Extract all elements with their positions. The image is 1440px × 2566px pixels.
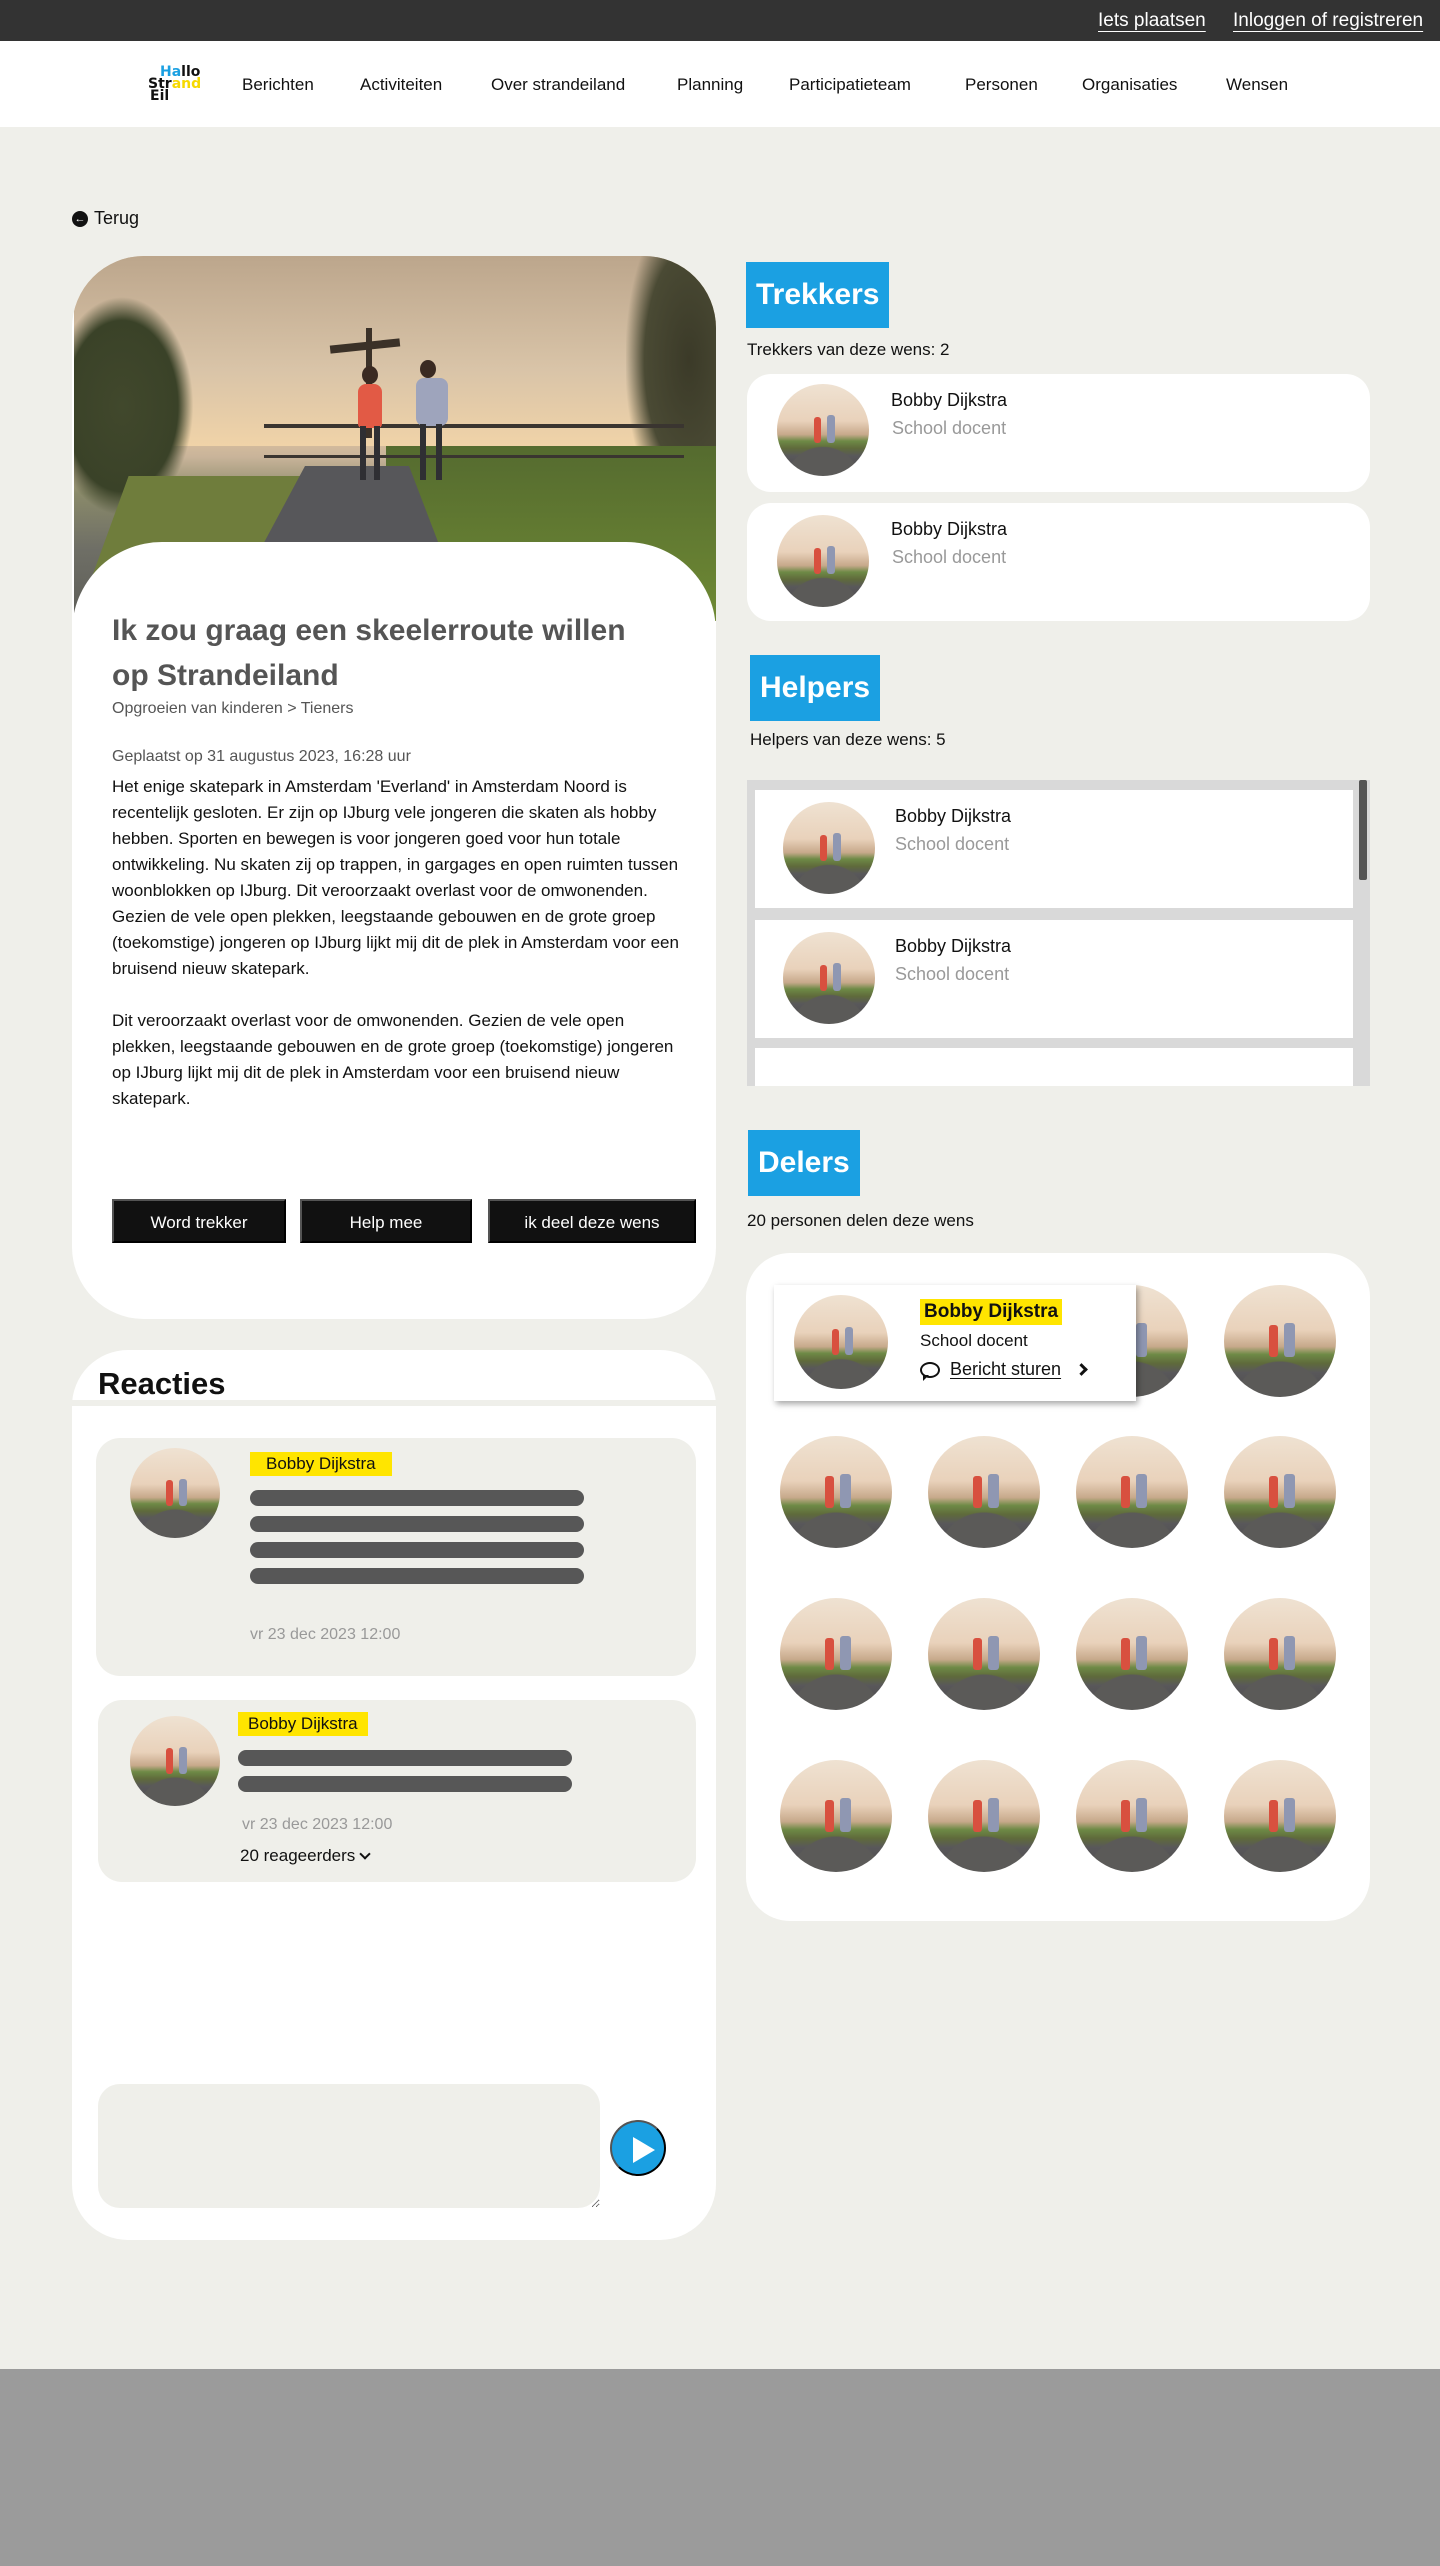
sharers-count: 20 personen delen deze wens xyxy=(747,1211,974,1230)
replies-toggle[interactable]: 20 reageerders xyxy=(240,1846,371,1866)
person-card[interactable]: Bobby Dijkstra School docent xyxy=(755,920,1353,1038)
helpers-heading: Helpers xyxy=(750,655,881,721)
trekkers-count: Trekkers van deze wens: 2 xyxy=(747,340,950,359)
person-card[interactable]: Bobby Dijkstra School docent xyxy=(747,374,1370,492)
post-link[interactable]: Iets plaatsen xyxy=(1098,10,1206,32)
avatar[interactable] xyxy=(1076,1598,1188,1710)
back-link[interactable]: ← Terug xyxy=(72,208,139,229)
become-trekker-button[interactable]: Word trekker xyxy=(112,1199,286,1243)
replies-label: 20 reageerders xyxy=(240,1846,356,1865)
wish-card: Ik zou graag een skeelerroute willen op … xyxy=(72,256,716,1319)
share-wish-button[interactable]: ik deel deze wens xyxy=(488,1199,696,1243)
nav-item-berichten[interactable]: Berichten xyxy=(242,75,314,95)
send-message-link[interactable]: Bericht sturen xyxy=(920,1359,1088,1381)
nav-item-activiteiten[interactable]: Activiteiten xyxy=(360,75,442,95)
comment-text-placeholder xyxy=(250,1542,584,1558)
sharers-card: Bobby Dijkstra School docent Bericht stu… xyxy=(746,1253,1370,1921)
avatar xyxy=(783,802,875,894)
top-bar: Iets plaatsen Inloggen of registreren xyxy=(0,0,1440,41)
nav-item-wensen[interactable]: Wensen xyxy=(1226,75,1288,95)
wish-description: Het enige skatepark in Amsterdam 'Everla… xyxy=(112,774,682,1112)
avatar[interactable] xyxy=(1224,1760,1336,1872)
send-icon[interactable] xyxy=(610,2120,666,2176)
posted-date: Geplaatst op 31 augustus 2023, 16:28 uur xyxy=(112,748,411,765)
popup-name: Bobby Dijkstra xyxy=(920,1299,1063,1325)
avatar[interactable] xyxy=(1224,1598,1336,1710)
trekkers-heading: Trekkers xyxy=(746,262,890,328)
person-role: School docent xyxy=(895,834,1010,854)
logo-text: and xyxy=(171,76,202,92)
breadcrumb: Opgroeien van kinderen > Tieners xyxy=(112,700,354,717)
wish-title: Ik zou graag een skeelerroute willen op … xyxy=(112,614,626,692)
avatar[interactable] xyxy=(130,1448,220,1538)
avatar xyxy=(794,1295,888,1389)
avatar xyxy=(777,515,869,607)
footer xyxy=(0,2369,1440,2566)
avatar[interactable] xyxy=(1224,1436,1336,1548)
send-message-label: Bericht sturen xyxy=(950,1359,1062,1379)
login-link[interactable]: Inloggen of registreren xyxy=(1233,10,1423,32)
reaction-input[interactable] xyxy=(98,2084,600,2208)
avatar[interactable] xyxy=(928,1760,1040,1872)
comment-text-placeholder xyxy=(250,1490,584,1506)
avatar xyxy=(777,384,869,476)
comment-text-placeholder xyxy=(250,1568,584,1584)
avatar[interactable] xyxy=(1224,1285,1336,1397)
nav-item-participatieteam[interactable]: Participatieteam xyxy=(789,75,911,95)
avatar[interactable] xyxy=(130,1716,220,1806)
avatar xyxy=(783,932,875,1024)
comment-author[interactable]: Bobby Dijkstra xyxy=(250,1452,392,1476)
avatar[interactable] xyxy=(928,1598,1040,1710)
comment: Bobby Dijkstra vr 23 dec 2023 12:00 20 r… xyxy=(98,1700,696,1882)
sharers-heading: Delers xyxy=(748,1130,860,1196)
comment-timestamp: vr 23 dec 2023 12:00 xyxy=(250,1626,401,1643)
nav-item-over-strandeiland[interactable]: Over strandeiland xyxy=(491,75,625,95)
comment: Bobby Dijkstra vr 23 dec 2023 12:00 xyxy=(96,1438,696,1676)
back-label: Terug xyxy=(94,208,140,228)
logo-text: Eil xyxy=(150,88,170,104)
person-name: Bobby Dijkstra xyxy=(891,390,1008,410)
help-button[interactable]: Help mee xyxy=(300,1199,472,1243)
avatar[interactable] xyxy=(928,1436,1040,1548)
comment-text-placeholder xyxy=(250,1516,584,1532)
reactions-card: Reacties Bobby Dijkstra vr 23 dec 2023 1… xyxy=(72,1350,716,2240)
person-card[interactable] xyxy=(755,1048,1353,1086)
person-role: School docent xyxy=(892,547,1007,567)
person-card[interactable]: Bobby Dijkstra School docent xyxy=(747,503,1370,621)
person-role: School docent xyxy=(895,964,1010,984)
person-popup: Bobby Dijkstra School docent Bericht stu… xyxy=(774,1285,1136,1401)
main-nav: Hallo Strand Eil Berichten Activiteiten … xyxy=(0,41,1440,127)
person-name: Bobby Dijkstra xyxy=(891,519,1008,539)
chevron-down-icon xyxy=(359,1848,371,1860)
person-card[interactable]: Bobby Dijkstra School docent xyxy=(755,790,1353,908)
logo[interactable]: Hallo Strand Eil xyxy=(148,65,204,105)
chevron-right-icon xyxy=(1075,1363,1088,1376)
avatar[interactable] xyxy=(780,1598,892,1710)
nav-item-organisaties[interactable]: Organisaties xyxy=(1082,75,1177,95)
description-paragraph: Dit veroorzaakt overlast voor de omwonen… xyxy=(112,1011,674,1108)
avatar[interactable] xyxy=(1076,1436,1188,1548)
description-paragraph: Het enige skatepark in Amsterdam 'Everla… xyxy=(112,777,679,978)
avatar[interactable] xyxy=(780,1760,892,1872)
chat-bubble-icon xyxy=(920,1361,940,1381)
nav-item-planning[interactable]: Planning xyxy=(677,75,743,95)
person-role: School docent xyxy=(892,418,1007,438)
reactions-title: Reacties xyxy=(98,1366,226,1401)
helpers-count: Helpers van deze wens: 5 xyxy=(750,730,946,749)
nav-item-personen[interactable]: Personen xyxy=(965,75,1038,95)
comment-text-placeholder xyxy=(238,1750,572,1766)
arrow-left-icon: ← xyxy=(72,210,88,227)
avatar[interactable] xyxy=(1076,1760,1188,1872)
comment-timestamp: vr 23 dec 2023 12:00 xyxy=(242,1816,393,1833)
person-name: Bobby Dijkstra xyxy=(895,806,1012,826)
helpers-list[interactable]: Bobby Dijkstra School docent Bobby Dijks… xyxy=(747,780,1370,1086)
avatar[interactable] xyxy=(780,1436,892,1548)
comment-text-placeholder xyxy=(238,1776,572,1792)
scrollbar[interactable] xyxy=(1359,780,1367,880)
popup-role: School docent xyxy=(920,1331,1028,1350)
comment-author[interactable]: Bobby Dijkstra xyxy=(238,1712,368,1736)
person-name: Bobby Dijkstra xyxy=(895,936,1012,956)
